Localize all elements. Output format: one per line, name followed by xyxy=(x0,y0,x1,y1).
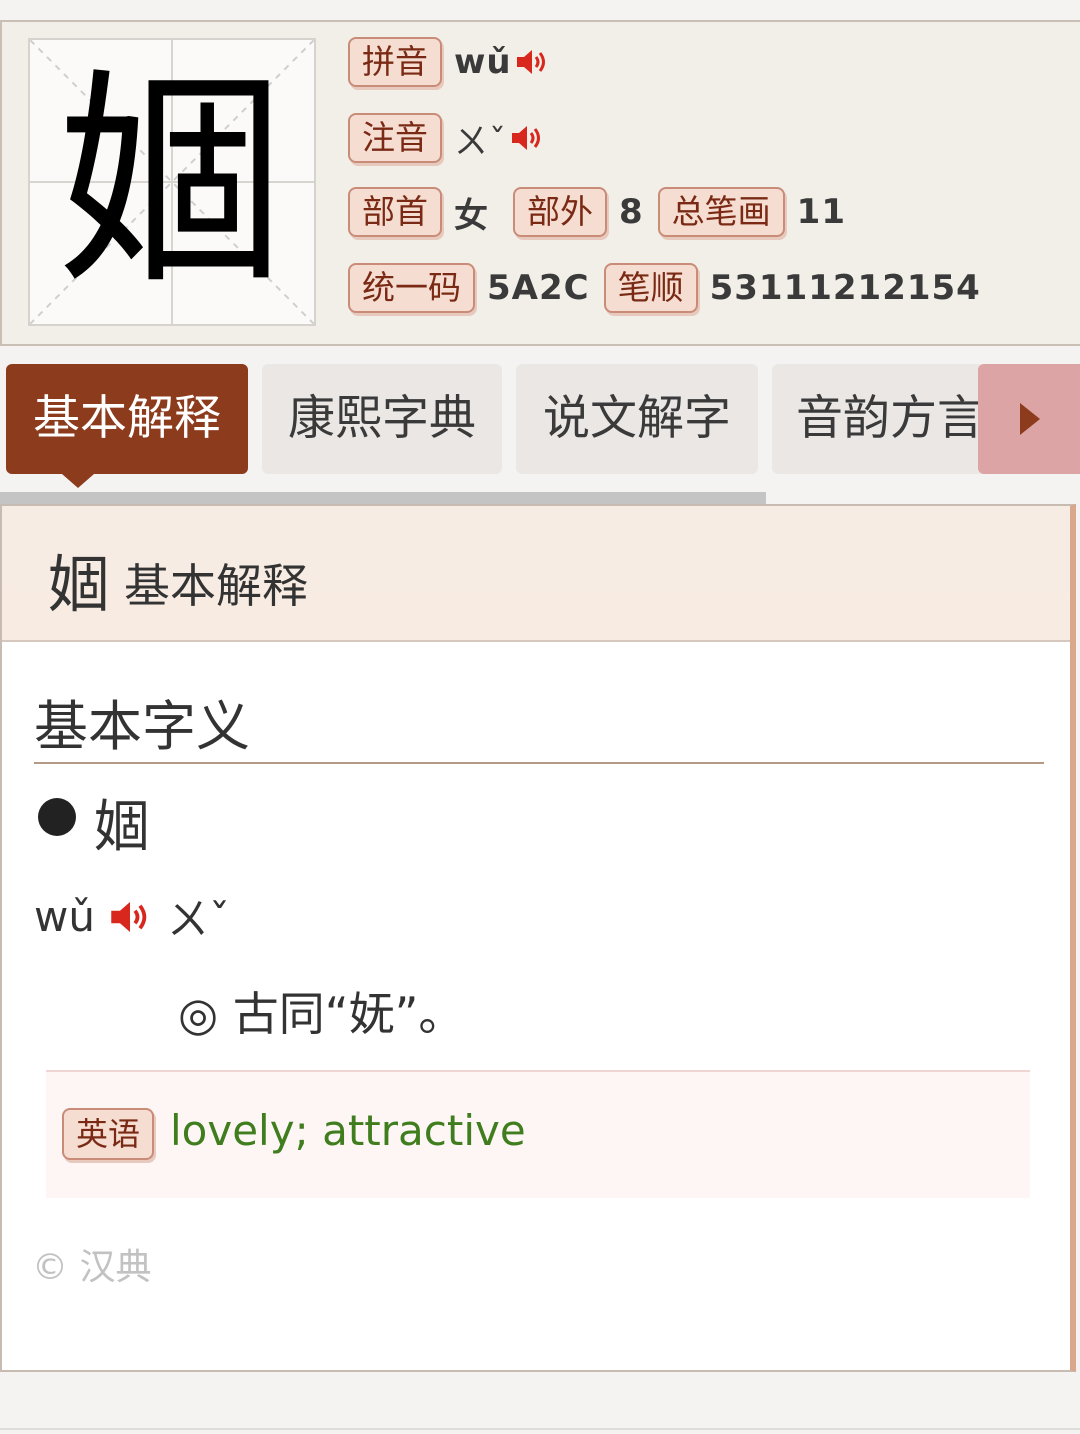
pinyin-row: 拼音 wǔ xyxy=(348,36,550,88)
english-text: lovely; attractive xyxy=(170,1106,526,1155)
pronunciation-row: wǔ ㄨˇ xyxy=(34,886,230,947)
stroke-order-label: 笔顺 xyxy=(603,263,698,313)
radical-label: 部首 xyxy=(348,187,442,237)
tab-basic-explanation[interactable]: 基本解释 xyxy=(6,364,248,474)
speaker-icon[interactable] xyxy=(509,122,545,154)
tab-kangxi-dictionary[interactable]: 康熙字典 xyxy=(262,364,502,474)
pinyin-label: 拼音 xyxy=(348,37,442,87)
unicode-value: 5A2C xyxy=(487,268,590,308)
speaker-icon[interactable] xyxy=(107,897,153,937)
tab-shuowen-jiezi[interactable]: 说文解字 xyxy=(516,364,758,474)
pinyin-value: wǔ xyxy=(454,42,512,82)
panel-header: 婟 基本解释 xyxy=(2,506,1070,642)
zhuyin-row: 注音 ㄨˇ xyxy=(348,112,545,164)
stroke-order-value: 53111212154 xyxy=(709,268,981,308)
panel-heading-text: 基本解释 xyxy=(124,559,308,613)
radical-value: 女 xyxy=(454,195,489,236)
tab-phonology-dialect[interactable]: 音韵方言 xyxy=(772,364,1008,474)
total-strokes-value: 11 xyxy=(796,192,846,232)
bullet-icon xyxy=(38,798,76,836)
bottom-divider xyxy=(0,1428,1080,1430)
explanation-panel: 婟 基本解释 基本字义 婟 wǔ ㄨˇ ◎ 古同“妩”。 英语 lovely; … xyxy=(0,504,1076,1372)
active-tab-pointer xyxy=(62,474,94,488)
character-info-header: 婟 拼音 wǔ 注音 ㄨˇ 部首 女 部外 8 总笔画 11 统一码 5A2C … xyxy=(0,20,1080,346)
panel-heading-char: 婟 xyxy=(48,548,111,621)
speaker-icon[interactable] xyxy=(514,46,550,78)
english-label: 英语 xyxy=(62,1108,155,1160)
definition-text: ◎ 古同“妩”。 xyxy=(178,987,465,1041)
entry-zhuyin: ㄨˇ xyxy=(166,895,230,944)
zhuyin-label: 注音 xyxy=(348,113,442,163)
character-glyph: 婟 xyxy=(58,49,286,315)
radical-row: 部首 女 部外 8 总笔画 11 xyxy=(348,186,860,238)
triangle-right-icon xyxy=(1020,403,1040,435)
entry-char: 婟 xyxy=(94,795,150,860)
character-glyph-box: 婟 xyxy=(28,38,316,326)
unicode-row: 统一码 5A2C 笔顺 53111212154 xyxy=(348,262,995,314)
unicode-label: 统一码 xyxy=(348,263,475,313)
strokes-outside-label: 部外 xyxy=(513,187,607,237)
english-translation-box: 英语 lovely; attractive xyxy=(46,1070,1030,1198)
section-divider xyxy=(34,762,1044,764)
section-title: 基本字义 xyxy=(34,695,250,758)
copyright-text: © 汉典 xyxy=(32,1247,152,1288)
strokes-outside-value: 8 xyxy=(619,192,644,232)
tab-scrollbar[interactable] xyxy=(0,492,766,504)
next-tab-button[interactable] xyxy=(978,364,1080,474)
entry-pinyin: wǔ xyxy=(34,892,95,941)
total-strokes-label: 总笔画 xyxy=(657,187,785,237)
zhuyin-value: ㄨˇ xyxy=(454,121,507,162)
